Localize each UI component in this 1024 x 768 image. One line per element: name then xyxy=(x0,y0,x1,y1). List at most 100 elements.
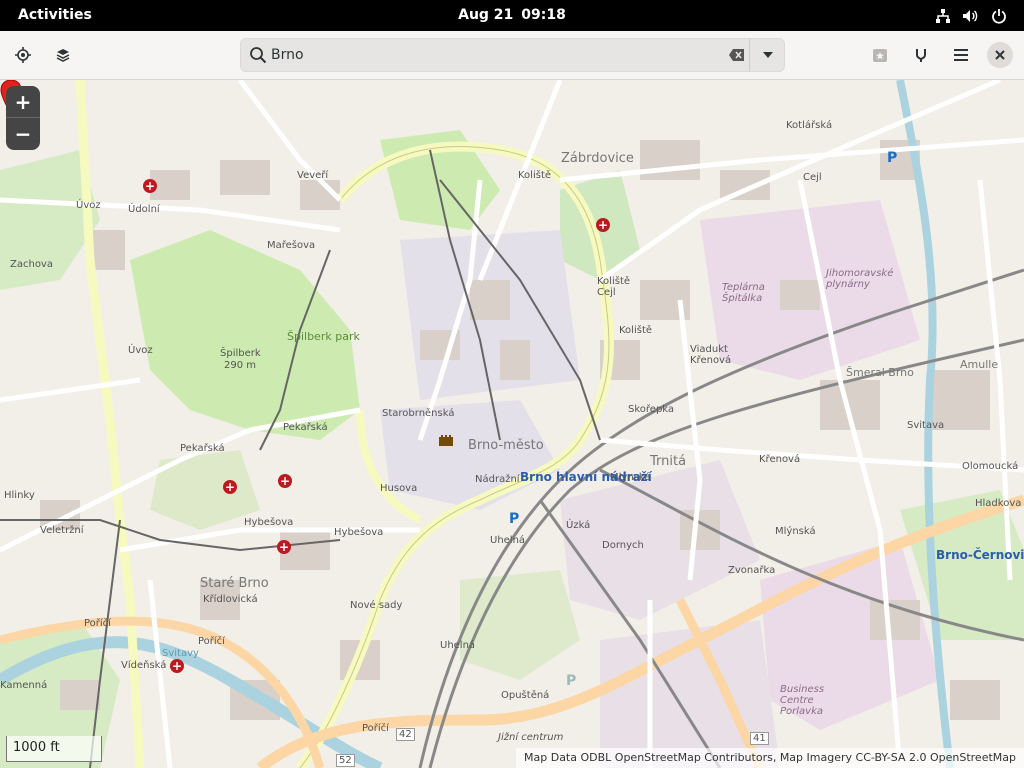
street-label: Kamenná xyxy=(0,680,48,691)
label-station: Brno hlavní nádraží xyxy=(520,470,652,484)
volume-icon[interactable] xyxy=(960,6,980,26)
hospital-icon[interactable]: + xyxy=(143,179,157,193)
label-teplarna: Teplárna Špitálka xyxy=(722,282,765,304)
street-label: Uhelná xyxy=(440,640,476,651)
route-icon xyxy=(916,49,926,62)
street-label: Nové sady xyxy=(350,600,403,611)
street-label: Starobrněnská xyxy=(382,408,455,419)
power-icon[interactable] xyxy=(989,6,1009,26)
street-label: Křenová xyxy=(759,454,801,465)
street-label: Mlýnská xyxy=(775,526,816,537)
street-label: Svitava xyxy=(907,420,945,431)
street-label: Husova xyxy=(380,483,418,494)
street-label: Poříčí xyxy=(198,636,225,647)
street-label: Hybešova xyxy=(244,517,294,528)
zoom-in-button[interactable]: + xyxy=(6,86,40,118)
road-ref-52: 52 xyxy=(336,754,355,767)
label-jizni-centrum: Jižní centrum xyxy=(498,732,564,743)
layers-button[interactable] xyxy=(47,39,79,71)
parking-icon[interactable]: P xyxy=(887,150,897,166)
label-spilberk-elevation: 290 m xyxy=(224,360,257,371)
system-top-bar: Activities Aug 21 09:18 xyxy=(0,0,1024,31)
street-label: Poříčí xyxy=(362,723,389,734)
search-separator xyxy=(749,39,750,71)
street-label: Kotlářská xyxy=(786,120,833,131)
street-label: Hladkova xyxy=(975,498,1022,509)
street-label: Veletržní xyxy=(40,525,84,536)
clear-text-icon[interactable] xyxy=(728,47,746,63)
close-window-button[interactable] xyxy=(987,42,1013,68)
street-label: Mlýnská xyxy=(610,472,651,483)
hospital-icon[interactable]: + xyxy=(223,480,237,494)
street-label: Poříčí xyxy=(84,618,111,629)
hospital-icon[interactable]: + xyxy=(277,540,291,554)
main-menu-button[interactable] xyxy=(945,39,977,71)
street-label: Mařešova xyxy=(267,240,316,251)
street-label: Cejl xyxy=(803,172,822,183)
search-field[interactable] xyxy=(240,38,785,72)
locate-button[interactable] xyxy=(7,39,39,71)
network-icon[interactable] xyxy=(933,6,953,26)
street-label: Pekařská xyxy=(283,422,328,433)
castle-icon[interactable] xyxy=(438,432,454,446)
street-label: Vídeňská xyxy=(121,660,167,671)
street-label: Údolní xyxy=(128,204,160,215)
label-brno-mesto: Brno-město xyxy=(468,438,544,453)
street-label: Koliště Cejl xyxy=(597,276,631,298)
chevron-down-icon[interactable] xyxy=(760,47,776,63)
close-icon xyxy=(995,50,1005,60)
zoom-out-button[interactable]: − xyxy=(6,118,40,150)
street-label: Hybešova xyxy=(334,527,384,538)
map-view[interactable]: + + + + + + P P P Brno-město Zábrdovice … xyxy=(0,80,1024,768)
street-label: Hlinky xyxy=(4,490,35,501)
favorites-button[interactable] xyxy=(864,39,896,71)
hospital-icon[interactable]: + xyxy=(170,659,184,673)
road-ref-42: 42 xyxy=(396,728,415,741)
street-label: Dornych xyxy=(602,540,644,551)
search-input[interactable] xyxy=(271,43,711,67)
street-label: Úvoz xyxy=(128,345,153,356)
street-label: Křídlovická xyxy=(203,594,258,605)
hospital-icon[interactable]: + xyxy=(596,218,610,232)
hospital-icon[interactable]: + xyxy=(278,474,292,488)
label-jihomoravske: Jihomoravské plynárny xyxy=(826,268,894,290)
route-button[interactable] xyxy=(905,39,937,71)
street-label: Koliště xyxy=(619,325,653,336)
clock-time: 09:18 xyxy=(521,7,566,23)
road-ref-41: 41 xyxy=(750,732,769,745)
street-label: Nádražní xyxy=(475,474,520,485)
street-label: Zvonařka xyxy=(728,565,776,576)
river-label: Svitavy xyxy=(162,648,199,659)
hamburger-icon xyxy=(954,49,968,61)
label-smeral-brno: Šmeral Brno xyxy=(846,366,914,379)
street-label: Viadukt Křenová xyxy=(690,344,732,366)
label-brno-cernovice: Brno-Černovice xyxy=(936,548,1024,562)
street-label: Veveří xyxy=(297,170,329,181)
label-zabrdovice: Zábrdovice xyxy=(561,151,634,166)
star-icon xyxy=(873,49,887,62)
label-spilberk-park: Špilberk park xyxy=(287,330,360,343)
street-label: Úvoz xyxy=(76,200,101,211)
street-label: Olomoucká xyxy=(962,461,1019,472)
label-business-centre: Business Centre Porlavka xyxy=(780,684,825,717)
clock[interactable]: Aug 21 09:18 xyxy=(0,7,1024,23)
crosshair-icon xyxy=(15,47,31,63)
street-label: Koliště xyxy=(518,170,552,181)
street-label: Zachova xyxy=(10,259,53,270)
street-label: Uhelná xyxy=(490,535,526,546)
parking-icon[interactable]: P xyxy=(566,673,576,689)
scale-bar: 1000 ft xyxy=(6,736,102,762)
street-label: Skořepka xyxy=(628,404,675,415)
maps-header-bar xyxy=(0,31,1024,80)
layers-icon xyxy=(56,49,70,62)
street-label: Pekařská xyxy=(180,443,225,454)
label-amulle: Amulle xyxy=(960,358,999,371)
street-label: Opuštěná xyxy=(501,690,550,701)
street-label: Úzká xyxy=(566,520,591,531)
parking-icon[interactable]: P xyxy=(509,511,519,527)
label-trnita: Trnitá xyxy=(650,454,687,469)
search-icon xyxy=(250,47,267,64)
label-stare-brno: Staré Brno xyxy=(200,576,269,591)
clock-date: Aug 21 xyxy=(458,7,514,23)
label-spilberk: Špilberk xyxy=(220,348,261,359)
